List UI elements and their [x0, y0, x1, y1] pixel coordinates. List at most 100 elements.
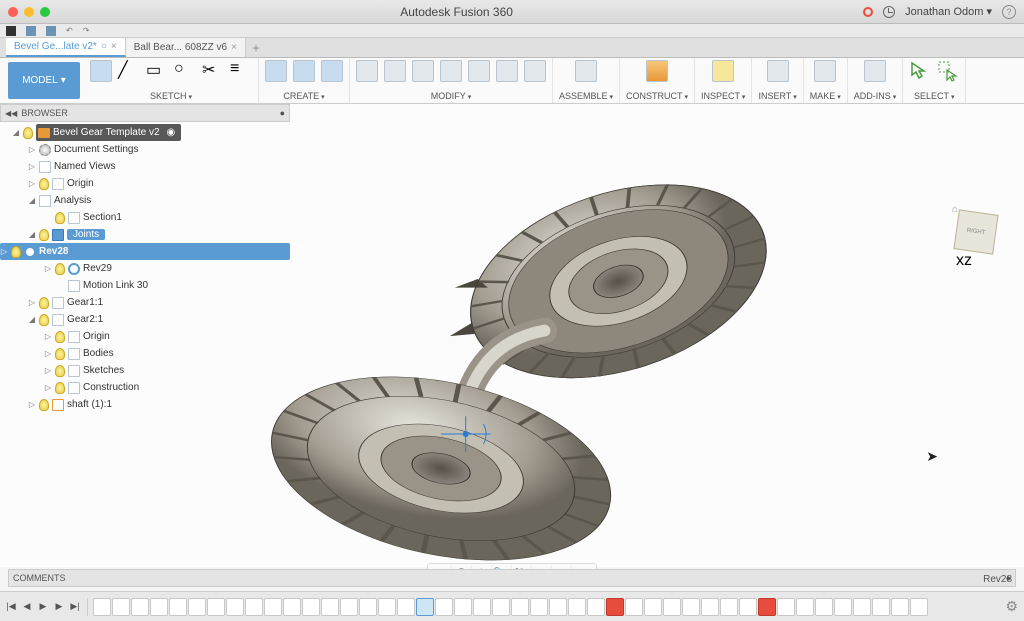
- make-label[interactable]: MAKE: [810, 91, 841, 101]
- align-icon[interactable]: [524, 60, 546, 82]
- timeline-feature[interactable]: [492, 598, 510, 616]
- insert-icon[interactable]: [767, 60, 789, 82]
- close-window-button[interactable]: [8, 7, 18, 17]
- tree-item-joints[interactable]: Joints: [0, 226, 290, 243]
- timeline-feature[interactable]: [739, 598, 757, 616]
- tree-item-origin[interactable]: Origin: [0, 175, 290, 192]
- timeline-feature[interactable]: [777, 598, 795, 616]
- collapse-icon[interactable]: ◀◀: [5, 109, 17, 118]
- timeline-feature[interactable]: [359, 598, 377, 616]
- timeline-feature[interactable]: [454, 598, 472, 616]
- tree-item-gear2[interactable]: Gear2:1: [0, 311, 290, 328]
- construct-label[interactable]: CONSTRUCT: [626, 91, 688, 101]
- lightbulb-icon[interactable]: [55, 382, 65, 394]
- sketch-label[interactable]: SKETCH: [150, 91, 192, 101]
- timeline-feature[interactable]: [188, 598, 206, 616]
- view-cube[interactable]: ⌂ RIGHT xz: [956, 212, 1012, 268]
- print-icon[interactable]: [814, 60, 836, 82]
- tree-item-g2-sketches[interactable]: Sketches: [0, 362, 290, 379]
- tree-item-shaft[interactable]: shaft (1):1: [0, 396, 290, 413]
- timeline-feature[interactable]: [302, 598, 320, 616]
- browser-header[interactable]: ◀◀ BROWSER ●: [0, 104, 290, 122]
- comments-bar[interactable]: COMMENTS ●: [8, 569, 1016, 587]
- tree-item-rev28[interactable]: Rev28: [0, 243, 290, 260]
- history-icon[interactable]: [883, 6, 895, 18]
- box-icon[interactable]: [265, 60, 287, 82]
- lightbulb-icon[interactable]: [39, 314, 49, 326]
- create-label[interactable]: CREATE: [283, 91, 324, 101]
- timeline-play-button[interactable]: ▶: [36, 600, 50, 614]
- select-label[interactable]: SELECT: [914, 91, 954, 101]
- offset-icon[interactable]: ≡: [230, 60, 252, 82]
- timeline-feature-error[interactable]: [758, 598, 776, 616]
- tree-item-analysis[interactable]: Analysis: [0, 192, 290, 209]
- timeline-feature[interactable]: [112, 598, 130, 616]
- tree-item-doc-settings[interactable]: Document Settings: [0, 141, 290, 158]
- help-icon[interactable]: ?: [1002, 5, 1016, 19]
- timeline-feature[interactable]: [397, 598, 415, 616]
- timeline-feature[interactable]: [150, 598, 168, 616]
- timeline-feature[interactable]: [530, 598, 548, 616]
- select-window-icon[interactable]: [937, 60, 959, 82]
- lightbulb-icon[interactable]: [39, 297, 49, 309]
- timeline-feature[interactable]: [815, 598, 833, 616]
- timeline-feature[interactable]: [549, 598, 567, 616]
- lightbulb-icon[interactable]: [39, 178, 49, 190]
- inspect-label[interactable]: INSPECT: [701, 91, 745, 101]
- timeline-feature[interactable]: [796, 598, 814, 616]
- undo-icon[interactable]: ↶: [66, 26, 73, 35]
- timeline-feature[interactable]: [834, 598, 852, 616]
- home-icon[interactable]: ⌂: [952, 204, 958, 215]
- grid-icon[interactable]: [6, 26, 16, 36]
- new-file-icon[interactable]: [26, 26, 36, 36]
- user-menu[interactable]: Jonathan Odom ▾: [905, 5, 992, 18]
- doc-tab[interactable]: Ball Bear... 608ZZ v6 ×: [126, 38, 246, 57]
- minimize-window-button[interactable]: [24, 7, 34, 17]
- plane-icon[interactable]: [646, 60, 668, 82]
- timeline-settings-icon[interactable]: ⚙: [1005, 598, 1018, 615]
- tree-item-rev29[interactable]: Rev29: [0, 260, 290, 277]
- lightbulb-icon[interactable]: [39, 399, 49, 411]
- lightbulb-icon[interactable]: [55, 365, 65, 377]
- timeline-feature[interactable]: [226, 598, 244, 616]
- shell-icon[interactable]: [440, 60, 462, 82]
- maximize-window-button[interactable]: [40, 7, 50, 17]
- timeline-feature[interactable]: [283, 598, 301, 616]
- pin-icon[interactable]: ●: [280, 108, 285, 118]
- timeline-feature-error[interactable]: [606, 598, 624, 616]
- tree-item-gear1[interactable]: Gear1:1: [0, 294, 290, 311]
- timeline-feature[interactable]: [853, 598, 871, 616]
- timeline-track[interactable]: [93, 598, 1020, 616]
- timeline-feature[interactable]: [378, 598, 396, 616]
- timeline-feature[interactable]: [416, 598, 434, 616]
- line-icon[interactable]: ╱: [118, 60, 140, 82]
- timeline-feature[interactable]: [435, 598, 453, 616]
- timeline-feature[interactable]: [872, 598, 890, 616]
- chamfer-icon[interactable]: [412, 60, 434, 82]
- tree-item-section1[interactable]: Section1: [0, 209, 290, 226]
- timeline-feature[interactable]: [264, 598, 282, 616]
- lightbulb-icon[interactable]: [39, 229, 49, 241]
- rect-icon[interactable]: ▭: [146, 60, 168, 82]
- lightbulb-icon[interactable]: [23, 127, 33, 139]
- timeline-feature[interactable]: [625, 598, 643, 616]
- add-tab-button[interactable]: +: [246, 38, 266, 57]
- close-icon[interactable]: ×: [111, 41, 117, 52]
- timeline-feature[interactable]: [587, 598, 605, 616]
- workspace-switcher[interactable]: MODEL▾: [8, 62, 80, 99]
- extrude-icon[interactable]: [293, 60, 315, 82]
- select-arrow-icon[interactable]: [909, 60, 931, 82]
- lightbulb-icon[interactable]: [55, 348, 65, 360]
- circle-icon[interactable]: ○: [174, 60, 196, 82]
- timeline-feature[interactable]: [701, 598, 719, 616]
- sketch-create-icon[interactable]: [90, 60, 112, 82]
- doc-tab-active[interactable]: Bevel Ge...late v2* ○ ×: [6, 38, 126, 57]
- timeline-feature[interactable]: [891, 598, 909, 616]
- tree-item-g2-origin[interactable]: Origin: [0, 328, 290, 345]
- lightbulb-icon[interactable]: [11, 246, 21, 258]
- timeline-feature[interactable]: [169, 598, 187, 616]
- timeline-feature[interactable]: [720, 598, 738, 616]
- measure-icon[interactable]: [712, 60, 734, 82]
- timeline-feature[interactable]: [644, 598, 662, 616]
- addins-icon[interactable]: [864, 60, 886, 82]
